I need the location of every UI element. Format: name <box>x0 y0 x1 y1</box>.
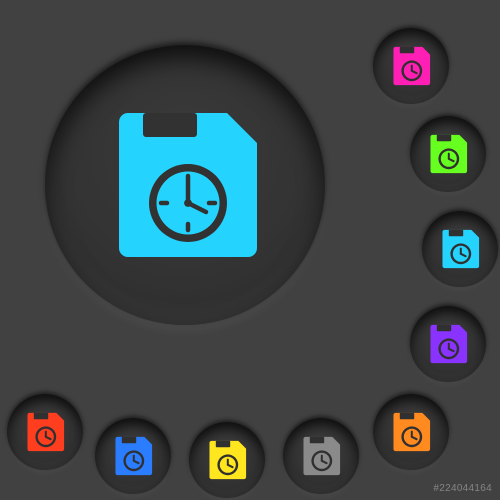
swatch-button-cyan[interactable] <box>422 211 498 287</box>
stock-watermark: #224044164 <box>433 483 492 494</box>
file-time-icon <box>391 412 431 452</box>
file-time-icon <box>207 440 247 480</box>
file-time-icon <box>25 412 65 452</box>
file-time-icon <box>428 134 468 174</box>
icon-swatch-stage: #224044164 <box>0 0 500 500</box>
main-push-button[interactable] <box>45 45 325 325</box>
swatch-button-red[interactable] <box>7 394 83 470</box>
swatch-button-violet[interactable] <box>410 306 486 382</box>
file-time-icon <box>440 229 480 269</box>
file-time-icon <box>301 436 341 476</box>
file-time-icon <box>428 324 468 364</box>
swatch-button-blue[interactable] <box>95 418 171 494</box>
file-time-icon <box>113 436 153 476</box>
swatch-button-orange[interactable] <box>373 394 449 470</box>
file-time-icon <box>110 110 260 260</box>
file-time-icon <box>391 46 431 86</box>
swatch-button-lime[interactable] <box>410 116 486 192</box>
swatch-button-grey[interactable] <box>283 418 359 494</box>
swatch-button-yellow[interactable] <box>189 422 265 498</box>
swatch-button-magenta[interactable] <box>373 28 449 104</box>
